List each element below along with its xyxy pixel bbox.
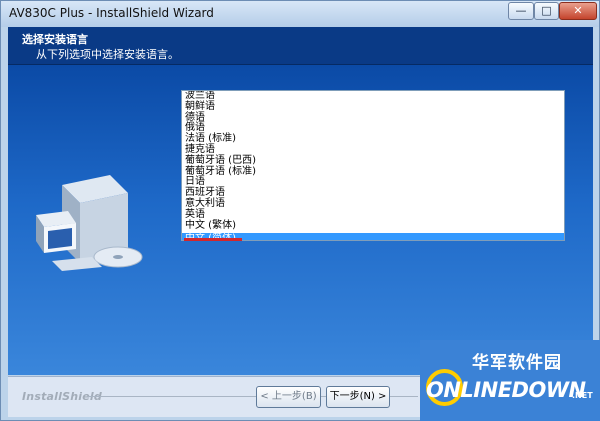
- watermark-logo-text: ONLINEDOWN: [426, 378, 586, 402]
- computer-cd-icon: [36, 175, 143, 271]
- wizard-content: 波兰语 朝鲜语 德语 俄语 法语 (标准) 捷克语 葡萄牙语 (巴西) 葡萄牙语 (标准) 日语…: [8, 65, 593, 375]
- language-item[interactable]: 中文 (繁体): [182, 220, 564, 232]
- language-item[interactable]: 朝鲜语: [182, 101, 564, 113]
- header-subtitle: 从下列选项中选择安装语言。: [36, 48, 179, 61]
- language-listbox[interactable]: 波兰语 朝鲜语 德语 俄语 法语 (标准) 捷克语 葡萄牙语 (巴西) 葡萄牙语 (标准) 日语…: [181, 90, 565, 241]
- language-item[interactable]: 西班牙语: [182, 187, 564, 199]
- wizard-header: 选择安装语言 从下列选项中选择安装语言。: [8, 27, 593, 65]
- language-item[interactable]: 英语: [182, 209, 564, 221]
- minimize-button[interactable]: —: [508, 2, 534, 20]
- window-title: AV830C Plus - InstallShield Wizard: [9, 6, 214, 20]
- selection-underline-mark: [184, 238, 242, 241]
- maximize-button[interactable]: □: [534, 2, 559, 20]
- language-item[interactable]: 日语: [182, 177, 564, 188]
- language-item[interactable]: 葡萄牙语 (标准): [182, 166, 564, 178]
- title-bar[interactable]: AV830C Plus - InstallShield Wizard — □ ✕: [1, 1, 599, 27]
- watermark-suffix: .NET: [572, 391, 593, 400]
- close-button[interactable]: ✕: [559, 2, 597, 20]
- watermark-logo: 华军软件园 ONLINEDOWN .NET: [420, 340, 600, 421]
- back-button[interactable]: < 上一步(B): [256, 386, 321, 408]
- watermark-title: 华军软件园: [472, 353, 562, 373]
- next-button[interactable]: 下一步(N) >: [326, 386, 390, 408]
- language-item[interactable]: 俄语: [182, 123, 564, 134]
- language-item[interactable]: 德语: [182, 112, 564, 124]
- language-item[interactable]: 意大利语: [182, 198, 564, 210]
- language-item[interactable]: 法语 (标准): [182, 133, 564, 145]
- language-item[interactable]: 葡萄牙语 (巴西): [182, 155, 564, 167]
- language-item[interactable]: 波兰语: [182, 91, 564, 102]
- header-title: 选择安装语言: [22, 33, 88, 46]
